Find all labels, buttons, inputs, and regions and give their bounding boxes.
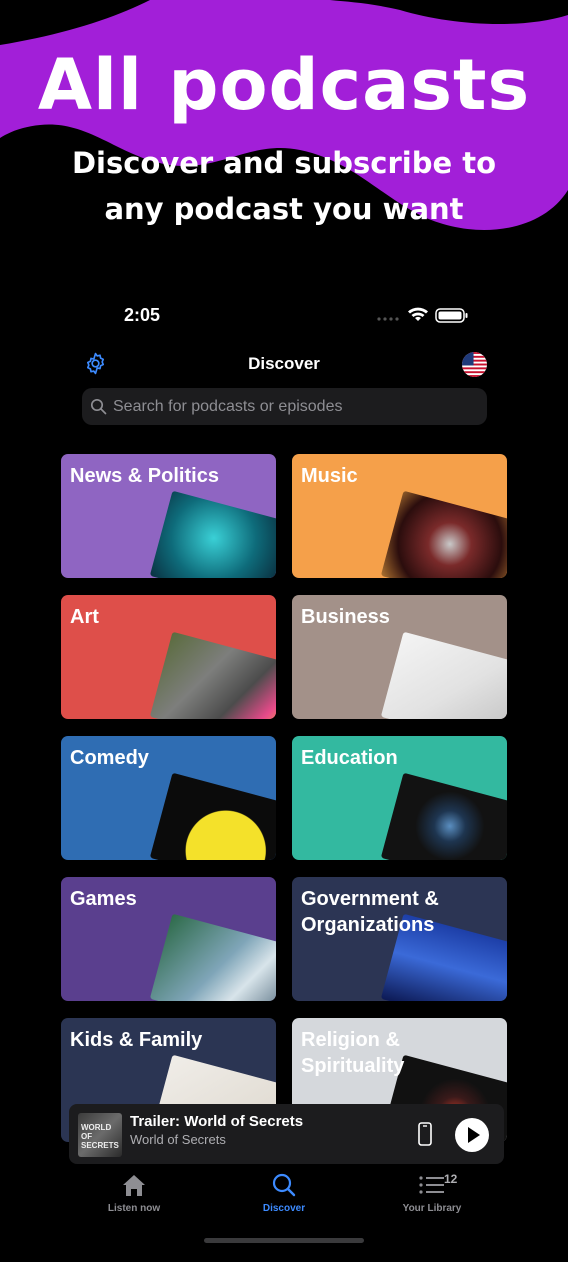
tab-your-library[interactable]: 12 Your Library [362, 1172, 502, 1214]
category-art[interactable]: Art [61, 595, 276, 719]
promo-title: All podcasts [37, 44, 531, 126]
list-icon [419, 1176, 444, 1194]
library-badge: 12 [444, 1172, 458, 1186]
wifi-icon [408, 307, 428, 321]
tab-label: Discover [262, 1203, 306, 1214]
category-image [380, 490, 507, 578]
category-image [149, 772, 276, 860]
category-news-politics[interactable]: News & Politics [61, 454, 276, 578]
episode-title: Trailer: World of Secrets [130, 1113, 304, 1130]
house-icon [123, 1175, 145, 1196]
us-flag-icon[interactable] [462, 352, 487, 377]
category-image [149, 490, 276, 578]
category-label: News & Politics [70, 465, 219, 487]
status-time: 2:05 [124, 305, 161, 325]
tab-label: Listen now [107, 1203, 161, 1214]
tab-discover[interactable]: Discover [214, 1172, 354, 1214]
category-label: Comedy [70, 747, 149, 769]
magnifier-icon [272, 1173, 296, 1197]
tab-listen-now[interactable]: Listen now [64, 1172, 204, 1214]
status-icons [377, 307, 468, 323]
category-games[interactable]: Games [61, 877, 276, 1001]
category-label: Religion & Spirituality [301, 1029, 405, 1077]
category-label: Games [70, 888, 137, 910]
category-label: Business [301, 606, 390, 628]
artwork-text: WORLD OF SECRETS [81, 1123, 119, 1150]
category-comedy[interactable]: Comedy [61, 736, 276, 860]
mini-player[interactable]: WORLD OF SECRETS Trailer: World of Secre… [69, 1104, 504, 1164]
category-label: Music [301, 465, 358, 487]
category-label: Education [301, 747, 398, 769]
play-icon [468, 1127, 480, 1143]
episode-artwork: WORLD OF SECRETS [78, 1113, 122, 1157]
category-image [380, 772, 507, 860]
play-button[interactable] [455, 1118, 489, 1152]
search-icon [90, 398, 107, 415]
category-business[interactable]: Business [292, 595, 507, 719]
category-image [380, 631, 507, 719]
signal-icon [377, 317, 399, 321]
tab-bar: Listen now Discover 12 Your Library [0, 1164, 568, 1262]
category-label: Art [70, 606, 99, 628]
category-label: Kids & Family [70, 1029, 203, 1051]
battery-icon [435, 308, 468, 323]
category-image [149, 913, 276, 1001]
tab-label: Your Library [402, 1203, 462, 1214]
promo-subtitle: Discover and subscribe to any podcast yo… [71, 146, 497, 226]
category-image [149, 631, 276, 719]
search-bar[interactable] [82, 388, 487, 425]
search-input[interactable] [113, 388, 473, 425]
podcast-name: World of Secrets [130, 1132, 226, 1147]
category-education[interactable]: Education [292, 736, 507, 860]
category-music[interactable]: Music [292, 454, 507, 578]
phone-icon[interactable] [418, 1122, 432, 1146]
category-government-organizations[interactable]: Government & Organizations [292, 877, 507, 1001]
home-indicator [204, 1238, 364, 1243]
category-label: Government & Organizations [301, 888, 439, 936]
